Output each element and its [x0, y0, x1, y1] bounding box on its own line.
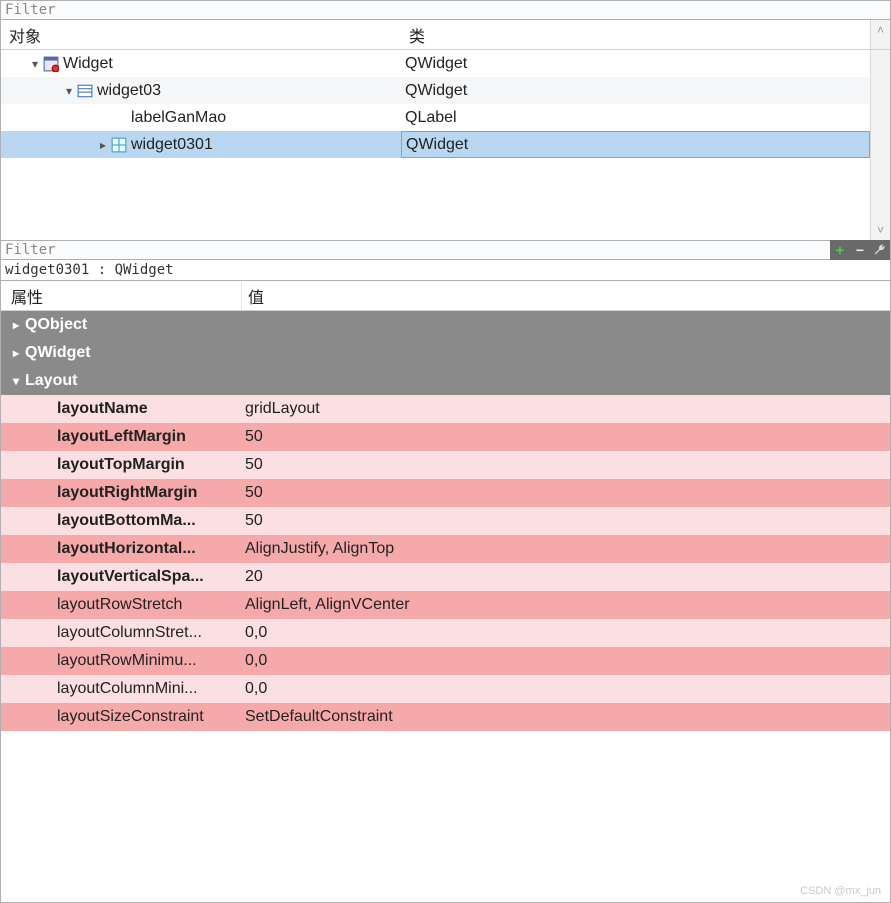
property-row[interactable]: layoutRightMargin50 — [1, 479, 890, 507]
property-value[interactable]: 0,0 — [241, 652, 890, 670]
tree-item-label: widget03 — [97, 82, 161, 100]
property-name: layoutLeftMargin — [1, 428, 241, 446]
chevron-down-icon[interactable]: ▾ — [27, 57, 43, 71]
property-value[interactable]: 0,0 — [241, 680, 890, 698]
group-qobject[interactable]: ▸ QObject — [1, 311, 890, 339]
tree-header-class[interactable]: 类 — [401, 21, 870, 49]
scroll-down-icon: ˅ — [877, 224, 884, 236]
selected-object-line: widget0301 : QWidget — [1, 260, 890, 281]
property-row[interactable]: layoutNamegridLayout — [1, 395, 890, 423]
object-tree-panel: 对象 类 ˄ ▾ Widget QWidget ▾ widget03 QWidget lab… — [0, 20, 891, 240]
property-value[interactable]: 50 — [241, 456, 890, 474]
group-label: QObject — [25, 316, 87, 334]
tree-body: ▾ Widget QWidget ▾ widget03 QWidget labelGanMa… — [1, 50, 870, 240]
tree-item-label: labelGanMao — [131, 109, 226, 127]
watermark: CSDN @mx_jun — [800, 885, 881, 897]
prop-filter-row: Filter + − — [1, 240, 890, 260]
property-panel: Filter + − widget0301 : QWidget 属性 值 ▸ Q… — [0, 240, 891, 903]
tree-item-label: Widget — [63, 55, 113, 73]
widget-icon — [43, 56, 59, 72]
tree-header: 对象 类 ˄ — [1, 20, 890, 50]
property-row[interactable]: layoutTopMargin50 — [1, 451, 890, 479]
chevron-down-icon: ▾ — [7, 374, 25, 388]
tree-object-cell: ▾ widget03 — [9, 82, 401, 100]
property-row[interactable]: layoutVerticalSpa...20 — [1, 563, 890, 591]
tree-row[interactable]: ▾ Widget QWidget — [1, 50, 870, 77]
chevron-down-icon[interactable]: ▾ — [61, 84, 77, 98]
property-name: layoutName — [1, 400, 241, 418]
property-name: layoutRowStretch — [1, 596, 241, 614]
property-value[interactable]: 50 — [241, 484, 890, 502]
tree-row[interactable]: ▾ widget03 QWidget — [1, 77, 870, 104]
property-row[interactable]: layoutRowMinimu...0,0 — [1, 647, 890, 675]
add-property-button[interactable]: + — [832, 242, 848, 258]
property-value[interactable]: gridLayout — [241, 400, 890, 418]
tree-row[interactable]: labelGanMao QLabel — [1, 104, 870, 131]
property-name: layoutHorizontal... — [1, 540, 241, 558]
group-label: Layout — [25, 372, 77, 390]
property-value[interactable]: 50 — [241, 428, 890, 446]
property-filter[interactable]: Filter — [1, 240, 830, 260]
tree-object-cell: ▸ widget0301 — [9, 136, 401, 154]
chevron-right-icon: ▸ — [7, 318, 25, 332]
property-header-name[interactable]: 属性 — [1, 282, 241, 310]
none-icon — [111, 110, 127, 126]
group-layout[interactable]: ▾ Layout — [1, 367, 890, 395]
tree-object-cell: ▾ Widget — [9, 55, 401, 73]
tree-row[interactable]: ▸ widget0301 QWidget — [1, 131, 870, 158]
property-header: 属性 值 — [1, 281, 890, 311]
property-name: layoutColumnMini... — [1, 680, 241, 698]
property-toolbar: + − — [830, 240, 890, 260]
tree-class-cell: QWidget — [401, 82, 870, 100]
property-row[interactable]: layoutRowStretchAlignLeft, AlignVCenter — [1, 591, 890, 619]
object-tree-filter[interactable]: Filter — [0, 0, 891, 20]
property-row[interactable]: layoutBottomMa...50 — [1, 507, 890, 535]
property-name: layoutRightMargin — [1, 484, 241, 502]
property-name: layoutVerticalSpa... — [1, 568, 241, 586]
remove-property-button[interactable]: − — [852, 242, 868, 258]
property-row[interactable]: layoutColumnMini...0,0 — [1, 675, 890, 703]
property-value[interactable]: 20 — [241, 568, 890, 586]
scroll-up-icon: ˄ — [877, 24, 884, 36]
chevron-right-icon[interactable]: ▸ — [95, 138, 111, 152]
tree-scrollbar-track[interactable]: ˅ — [870, 50, 890, 240]
tree-class-cell: QWidget — [402, 136, 869, 154]
wrench-icon — [873, 243, 887, 257]
property-value[interactable]: 50 — [241, 512, 890, 530]
tree-item-label: widget0301 — [131, 136, 213, 154]
chevron-right-icon: ▸ — [7, 346, 25, 360]
tree-object-cell: labelGanMao — [9, 109, 401, 127]
tree-scrollbar[interactable]: ˄ — [870, 20, 890, 49]
property-name: layoutBottomMa... — [1, 512, 241, 530]
property-body: ▸ QObject ▸ QWidget ▾ Layout layoutNameg… — [1, 311, 890, 902]
property-name: layoutSizeConstraint — [1, 708, 241, 726]
property-value[interactable]: SetDefaultConstraint — [241, 708, 890, 726]
property-row[interactable]: layoutSizeConstraintSetDefaultConstraint — [1, 703, 890, 731]
group-label: QWidget — [25, 344, 91, 362]
property-name: layoutRowMinimu... — [1, 652, 241, 670]
property-value[interactable]: AlignLeft, AlignVCenter — [241, 596, 890, 614]
property-name: layoutTopMargin — [1, 456, 241, 474]
property-row[interactable]: layoutLeftMargin50 — [1, 423, 890, 451]
group-qwidget[interactable]: ▸ QWidget — [1, 339, 890, 367]
property-name: layoutColumnStret... — [1, 624, 241, 642]
property-row[interactable]: layoutColumnStret...0,0 — [1, 619, 890, 647]
property-header-value[interactable]: 值 — [241, 282, 890, 310]
tree-header-object[interactable]: 对象 — [1, 21, 401, 49]
grid-icon — [111, 137, 127, 153]
wrench-button[interactable] — [872, 242, 888, 258]
tree-class-cell: QWidget — [401, 55, 870, 73]
tree-class-cell: QLabel — [401, 109, 870, 127]
property-row[interactable]: layoutHorizontal...AlignJustify, AlignTo… — [1, 535, 890, 563]
property-value[interactable]: 0,0 — [241, 624, 890, 642]
container-icon — [77, 83, 93, 99]
property-value[interactable]: AlignJustify, AlignTop — [241, 540, 890, 558]
